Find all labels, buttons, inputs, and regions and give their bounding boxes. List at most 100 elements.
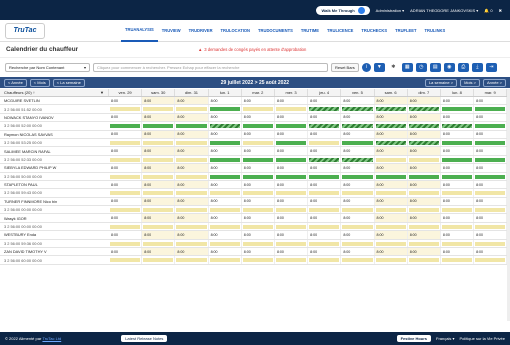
calendar-cell[interactable]: 8:00 bbox=[109, 214, 143, 222]
calendar-cell[interactable]: 8:00 bbox=[308, 248, 342, 256]
activity-cell[interactable] bbox=[375, 172, 408, 180]
calendar-cell[interactable]: 8:00 bbox=[341, 97, 375, 105]
calendar-cell[interactable]: 8:00 bbox=[308, 164, 342, 172]
activity-cell[interactable] bbox=[474, 239, 508, 248]
calendar-cell[interactable]: 8:00 bbox=[109, 130, 143, 138]
calendar-cell[interactable]: 8:00 bbox=[275, 248, 309, 256]
calendar-cell[interactable]: 8:00 bbox=[341, 231, 375, 239]
calendar-cell[interactable]: 8:00 bbox=[341, 214, 375, 222]
next-week-button[interactable]: La semaine > bbox=[424, 78, 458, 87]
festive-hours-button[interactable]: Festive Hours bbox=[396, 335, 432, 342]
activity-cell[interactable] bbox=[209, 206, 242, 214]
calendar-cell[interactable]: 8:00 bbox=[407, 113, 441, 122]
prev-week-button[interactable]: < La semaine bbox=[52, 78, 85, 87]
activity-cell[interactable] bbox=[474, 105, 508, 113]
activity-cell[interactable] bbox=[308, 155, 342, 164]
tab-trudocuments[interactable]: TRUDOCUMENTS bbox=[254, 20, 297, 42]
activity-cell[interactable] bbox=[175, 189, 209, 197]
activity-cell[interactable] bbox=[142, 239, 176, 248]
activity-cell[interactable] bbox=[275, 138, 309, 147]
driver-column-header[interactable]: Chauffeurs (20) ↑ ▼ bbox=[0, 89, 109, 96]
calendar-cell[interactable]: 8:00 bbox=[308, 214, 342, 222]
activity-cell[interactable] bbox=[209, 256, 242, 264]
calendar-cell[interactable]: 8:00 bbox=[441, 97, 475, 105]
activity-cell[interactable] bbox=[341, 189, 375, 197]
activity-cell[interactable] bbox=[408, 105, 441, 113]
calendar-cell[interactable]: 8:00 bbox=[209, 113, 242, 122]
walk-me-through-button[interactable]: Walk Me Through bbox=[316, 5, 370, 15]
activity-cell[interactable] bbox=[408, 206, 441, 214]
calendar-cell[interactable]: 8:00 bbox=[142, 147, 176, 155]
activity-cell[interactable] bbox=[308, 122, 342, 130]
driver-name[interactable]: Raymon NICOLAS SAVVAS bbox=[0, 131, 109, 138]
driver-name[interactable]: WESTBURY Enda bbox=[0, 231, 109, 238]
calendar-cell[interactable]: 8:00 bbox=[175, 197, 209, 206]
activity-cell[interactable] bbox=[375, 222, 408, 231]
calendar-cell[interactable]: 8:00 bbox=[374, 214, 408, 222]
activity-cell[interactable] bbox=[275, 155, 309, 164]
calendar-cell[interactable]: 8:00 bbox=[407, 214, 441, 222]
privacy-link[interactable]: Politique sur la Vie Privée bbox=[459, 336, 505, 341]
activity-cell[interactable] bbox=[408, 122, 441, 130]
activity-cell[interactable] bbox=[175, 222, 209, 231]
calendar-cell[interactable]: 8:00 bbox=[242, 197, 275, 206]
calendar-cell[interactable]: 8:00 bbox=[142, 113, 176, 122]
print-icon[interactable]: ⎙ bbox=[457, 62, 469, 72]
activity-cell[interactable] bbox=[242, 155, 275, 164]
calendar-cell[interactable]: 8:00 bbox=[474, 197, 508, 206]
activity-cell[interactable] bbox=[109, 138, 143, 147]
calendar-cell[interactable]: 8:00 bbox=[474, 147, 508, 155]
calendar-cell[interactable]: 8:00 bbox=[175, 147, 209, 155]
calendar-cell[interactable]: 8:00 bbox=[242, 164, 275, 172]
activity-cell[interactable] bbox=[175, 172, 209, 180]
gear-icon[interactable]: ✱ bbox=[387, 62, 399, 72]
calendar-cell[interactable]: 8:00 bbox=[407, 147, 441, 155]
calendar-cell[interactable]: 8:00 bbox=[209, 197, 242, 206]
calendar-cell[interactable]: 8:00 bbox=[275, 180, 309, 189]
activity-cell[interactable] bbox=[242, 189, 275, 197]
activity-cell[interactable] bbox=[408, 138, 441, 147]
activity-cell[interactable] bbox=[308, 172, 342, 180]
calendar-cell[interactable]: 8:00 bbox=[407, 164, 441, 172]
calendar-cell[interactable]: 8:00 bbox=[142, 248, 176, 256]
prev-month-button[interactable]: < Mois bbox=[29, 78, 50, 87]
tab-truanalysis[interactable]: TRUANALYSIS bbox=[121, 20, 158, 42]
activity-cell[interactable] bbox=[441, 122, 475, 130]
activity-cell[interactable] bbox=[474, 222, 508, 231]
calendar-cell[interactable]: 8:00 bbox=[209, 248, 242, 256]
activity-cell[interactable] bbox=[109, 189, 143, 197]
calendar-cell[interactable]: 8:00 bbox=[209, 180, 242, 189]
activity-cell[interactable] bbox=[142, 256, 176, 264]
activity-cell[interactable] bbox=[341, 155, 375, 164]
activity-cell[interactable] bbox=[441, 105, 475, 113]
leave-alert[interactable]: ▲ 3 demandes de congés payés en attente d… bbox=[198, 47, 306, 52]
filter-icon[interactable]: ▼ bbox=[100, 90, 104, 95]
calendar-cell[interactable]: 8:00 bbox=[209, 214, 242, 222]
notifications[interactable]: 🔔 0 bbox=[484, 8, 492, 13]
activity-cell[interactable] bbox=[341, 206, 375, 214]
activity-cell[interactable] bbox=[308, 138, 342, 147]
tab-trulicence[interactable]: TRULICENCE bbox=[323, 20, 357, 42]
activity-cell[interactable] bbox=[341, 105, 375, 113]
calendar-cell[interactable]: 8:00 bbox=[374, 180, 408, 189]
clock-icon[interactable]: ◷ bbox=[415, 62, 427, 72]
activity-cell[interactable] bbox=[275, 122, 309, 130]
calendar-cell[interactable]: 8:00 bbox=[109, 147, 143, 155]
calendar-cell[interactable]: 8:00 bbox=[474, 214, 508, 222]
calendar-cell[interactable]: 8:00 bbox=[374, 147, 408, 155]
calendar-cell[interactable]: 8:00 bbox=[308, 197, 342, 206]
activity-cell[interactable] bbox=[209, 155, 242, 164]
calendar-cell[interactable]: 8:00 bbox=[109, 113, 143, 122]
download-icon[interactable]: ⤓ bbox=[471, 62, 483, 72]
activity-cell[interactable] bbox=[142, 122, 176, 130]
activity-cell[interactable] bbox=[441, 206, 475, 214]
activity-cell[interactable] bbox=[474, 122, 508, 130]
calendar-cell[interactable]: 8:00 bbox=[407, 197, 441, 206]
activity-cell[interactable] bbox=[275, 206, 309, 214]
activity-cell[interactable] bbox=[175, 155, 209, 164]
activity-cell[interactable] bbox=[209, 189, 242, 197]
reset-bars-button[interactable]: Reset Bars bbox=[331, 62, 359, 72]
activity-cell[interactable] bbox=[474, 189, 508, 197]
activity-cell[interactable] bbox=[441, 256, 475, 264]
activity-cell[interactable] bbox=[175, 239, 209, 248]
